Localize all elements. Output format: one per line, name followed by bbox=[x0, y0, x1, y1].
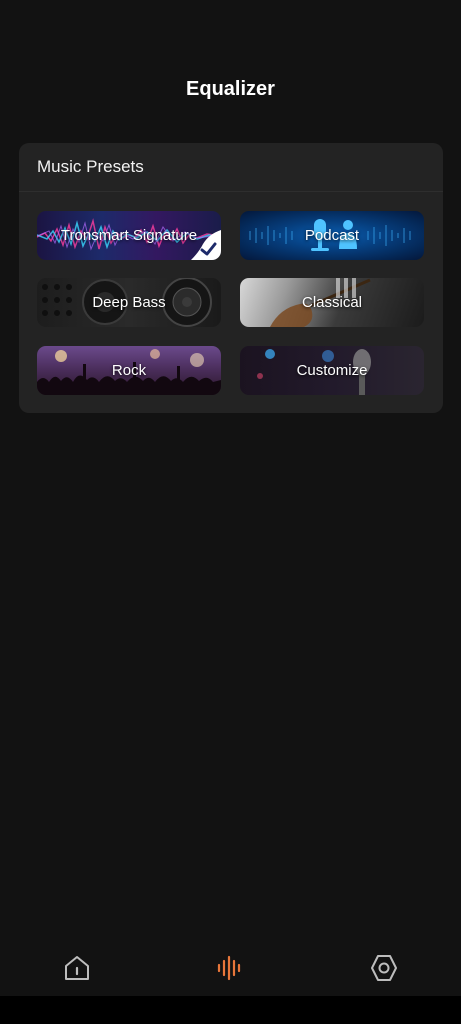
equalizer-icon bbox=[217, 955, 241, 981]
preset-label: Rock bbox=[111, 362, 147, 379]
equalizer-screen: Equalizer Music Presets Tronsmart Signat… bbox=[0, 0, 461, 1024]
preset-label: Deep Bass bbox=[92, 294, 166, 311]
preset-rock[interactable]: Rock bbox=[37, 346, 221, 395]
preset-label: Customize bbox=[296, 362, 368, 379]
home-icon bbox=[65, 956, 89, 980]
settings-icon bbox=[371, 955, 397, 981]
preset-label: Classical bbox=[301, 294, 362, 311]
preset-tronsmart-signature[interactable]: Tronsmart Signature bbox=[37, 211, 221, 260]
preset-label: Podcast bbox=[304, 227, 360, 244]
system-navigation-bar bbox=[0, 996, 461, 1024]
bottom-nav bbox=[0, 938, 461, 996]
page-title: Equalizer bbox=[186, 78, 275, 100]
nav-equalizer-button[interactable] bbox=[214, 952, 246, 984]
preset-deep-bass[interactable]: Deep Bass bbox=[37, 278, 221, 327]
section-title: Music Presets bbox=[19, 143, 443, 192]
preset-classical[interactable]: Classical bbox=[240, 278, 424, 327]
nav-settings-button[interactable] bbox=[368, 952, 400, 984]
selected-check-icon bbox=[191, 230, 221, 260]
nav-home-button[interactable] bbox=[61, 952, 93, 984]
preset-customize[interactable]: Customize bbox=[240, 346, 424, 395]
music-presets-card: Music Presets Tronsmart Signature Podcas… bbox=[19, 143, 443, 413]
preset-podcast[interactable]: Podcast bbox=[240, 211, 424, 260]
